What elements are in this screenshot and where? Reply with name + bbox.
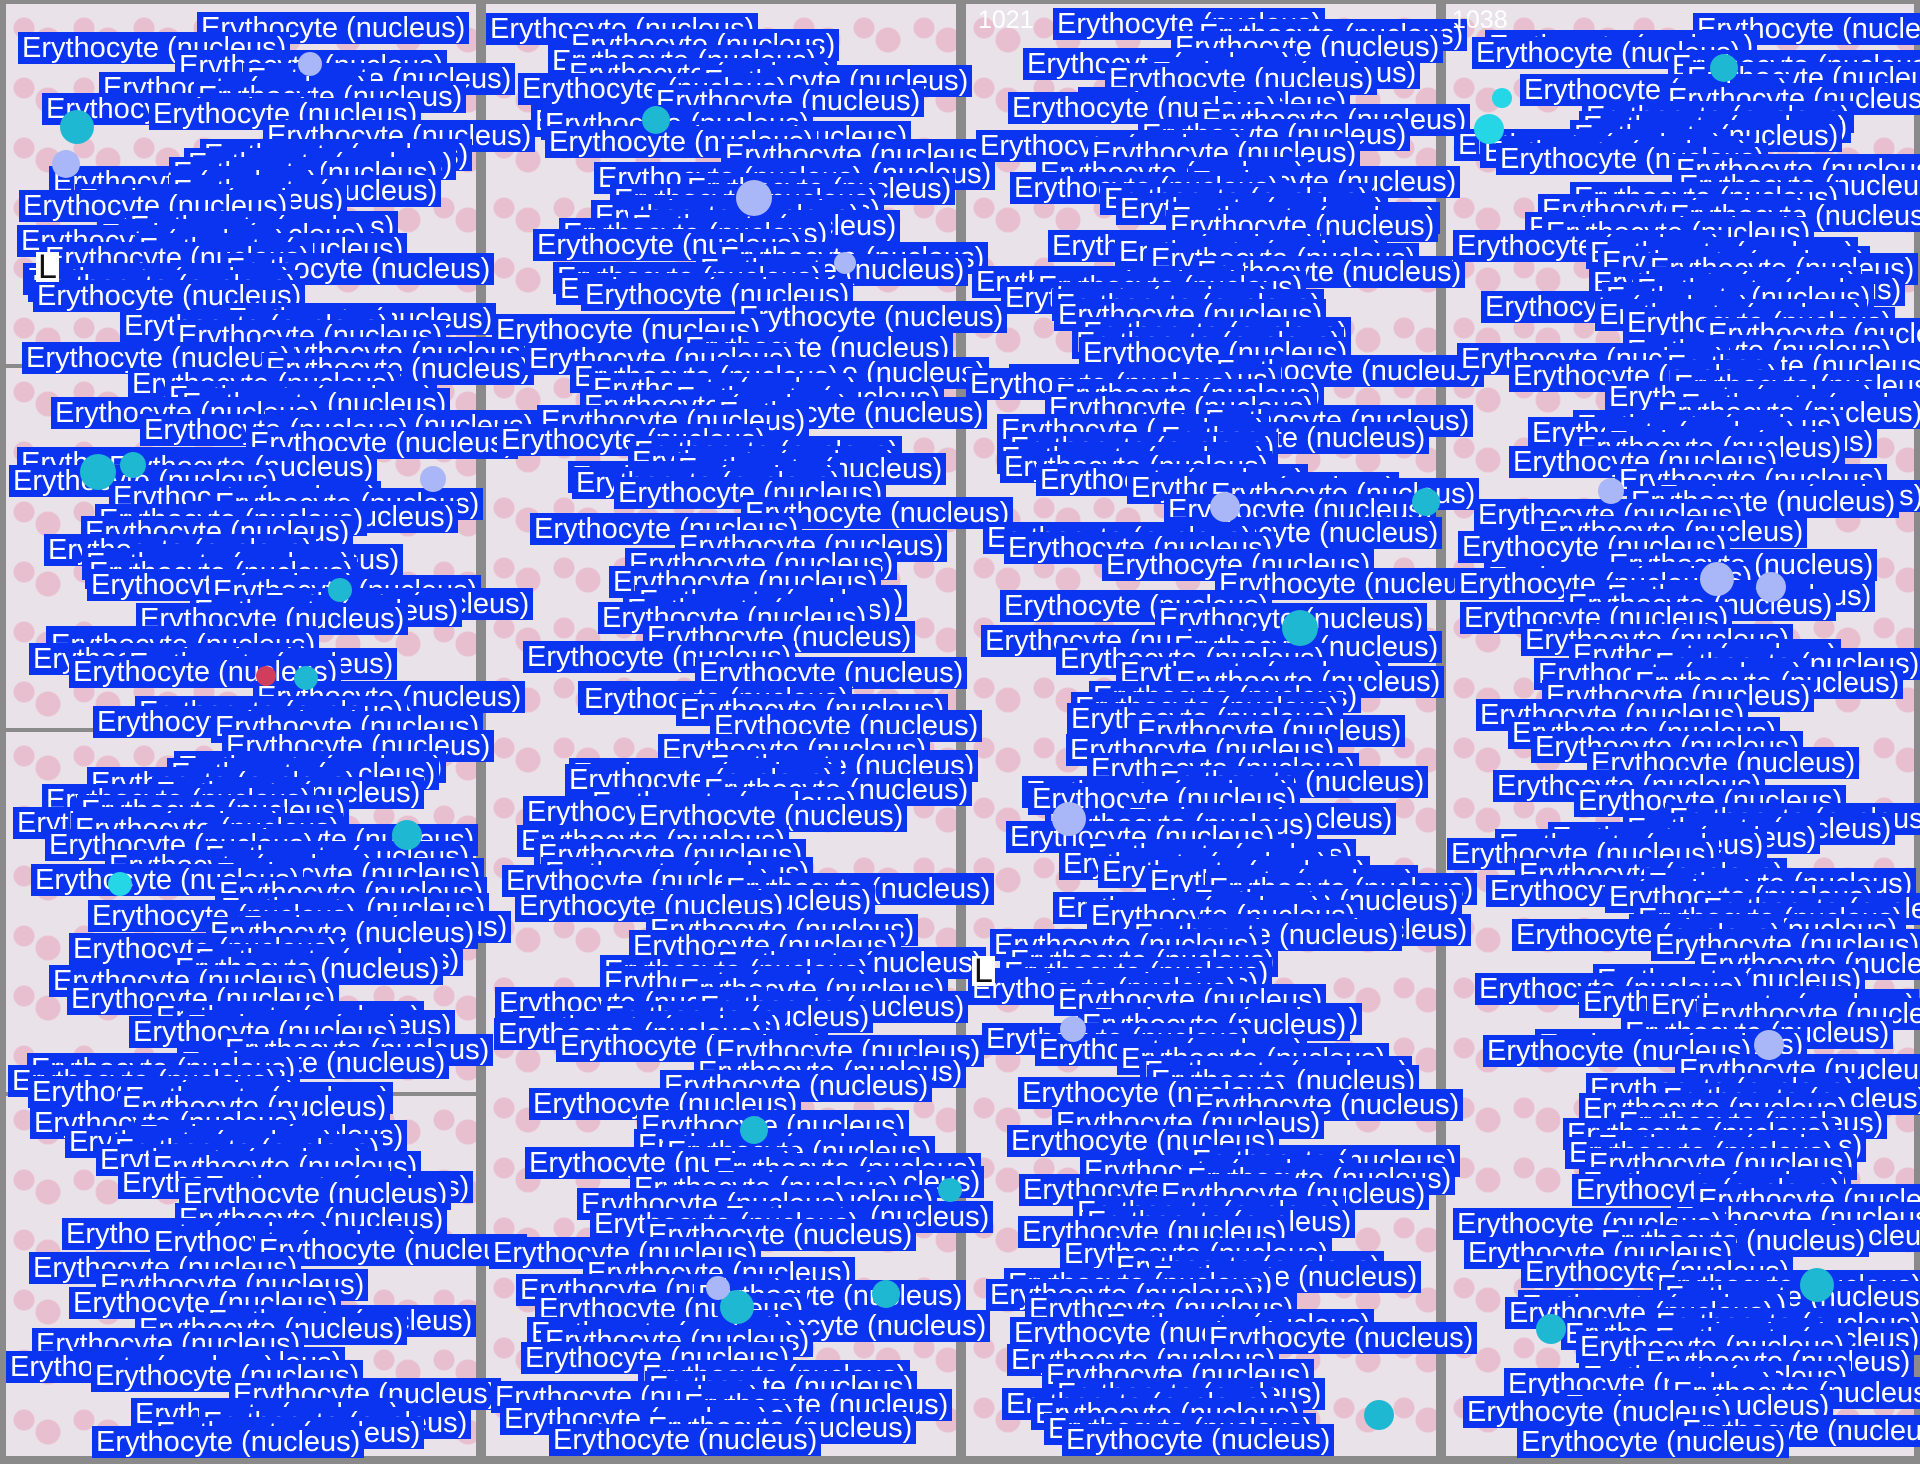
teal-cell: [1364, 1400, 1394, 1430]
nucleus-blob: [420, 466, 446, 492]
erythrocyte-nucleus-label: Erythocyte (nucleus): [735, 301, 1008, 333]
marker-l-2: L: [972, 952, 995, 990]
erythrocyte-nucleus-label: Erythocyte (nucleus): [549, 1424, 822, 1456]
teal-cell: [1710, 54, 1738, 82]
teal-cell: [328, 578, 352, 602]
erythrocyte-nucleus-label: Erythocyte (nucleus): [92, 1426, 365, 1458]
teal-cell: [1800, 1268, 1834, 1302]
cyan-cell: [108, 872, 132, 896]
nucleus-blob: [1060, 1016, 1086, 1042]
teal-cell: [740, 1116, 768, 1144]
teal-cell: [60, 110, 94, 144]
teal-cell: [120, 452, 146, 478]
teal-cell: [392, 820, 422, 850]
teal-cell: [1282, 610, 1318, 646]
nucleus-blob: [736, 180, 772, 216]
cyan-cell: [1492, 88, 1512, 108]
teal-cell: [938, 1178, 962, 1202]
teal-cell: [294, 666, 318, 690]
nucleus-blob: [706, 1276, 730, 1300]
nucleus-blob: [834, 252, 856, 274]
nucleus-blob: [52, 150, 80, 178]
marker-l-1: L: [36, 248, 59, 286]
nucleus-blob: [1754, 1030, 1784, 1060]
panel-code-1021: 1021: [978, 6, 1034, 34]
nucleus-blob: [1210, 492, 1240, 522]
nucleus-blob: [1756, 572, 1786, 602]
nucleus-blob: [1598, 478, 1624, 504]
erythrocyte-nucleus-label: Erythocyte (nucleus): [1062, 1424, 1335, 1456]
teal-cell: [80, 454, 116, 490]
nucleus-blob: [1052, 802, 1086, 836]
nucleus-blob: [298, 52, 322, 76]
teal-cell: [872, 1280, 900, 1308]
teal-cell: [642, 106, 670, 134]
teal-cell: [1412, 488, 1440, 516]
cyan-cell: [1474, 114, 1504, 144]
red-cell: [256, 666, 276, 686]
nucleus-blob: [1700, 562, 1734, 596]
panel-code-1038: 1038: [1452, 6, 1508, 34]
erythrocyte-nucleus-label: Erythocyte (nucleus): [1517, 1426, 1790, 1458]
teal-cell: [1536, 1314, 1566, 1344]
